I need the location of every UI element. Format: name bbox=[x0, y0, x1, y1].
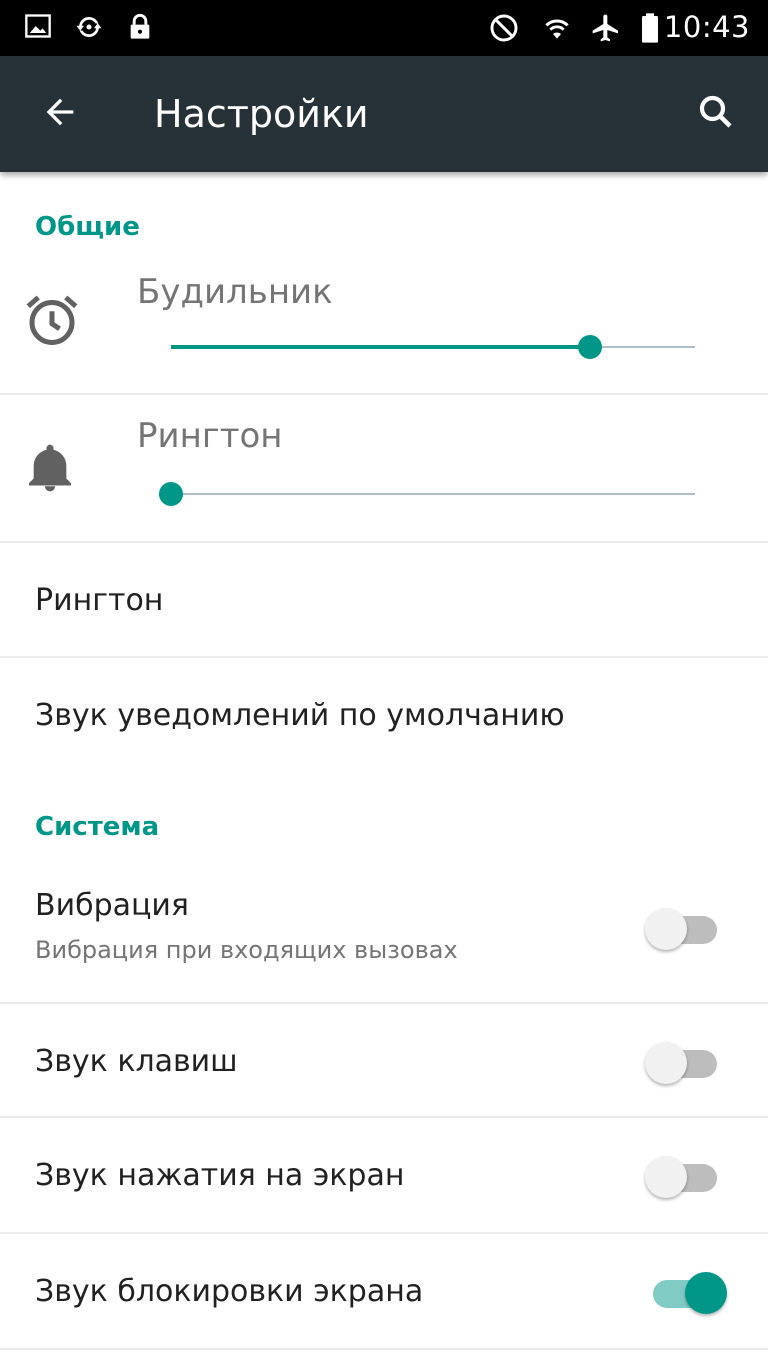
notification-sound-item[interactable]: Звук уведомлений по умолчанию bbox=[0, 658, 768, 774]
ringtone-volume-label: Рингтон bbox=[137, 416, 283, 456]
vibration-subtitle: Вибрация при входящих вызовах bbox=[35, 936, 458, 964]
alarm-volume-row: Будильник bbox=[0, 270, 768, 394]
wifi-icon bbox=[540, 12, 574, 48]
lock-sound-title: Звук блокировки экрана bbox=[35, 1274, 424, 1309]
status-bar: 10:43 bbox=[0, 0, 768, 56]
slider-thumb[interactable] bbox=[578, 335, 603, 359]
slider-fill bbox=[171, 345, 591, 349]
back-button[interactable] bbox=[32, 86, 88, 142]
key-sound-toggle[interactable] bbox=[645, 1038, 717, 1084]
alarm-volume-slider[interactable] bbox=[171, 332, 695, 362]
gallery-icon bbox=[24, 12, 52, 44]
touch-sound-toggle[interactable] bbox=[645, 1152, 717, 1198]
clock: 10:43 bbox=[663, 10, 750, 44]
search-icon bbox=[695, 91, 737, 137]
slider-track bbox=[171, 493, 695, 495]
vibration-title: Вибрация bbox=[35, 888, 189, 923]
sync-icon bbox=[74, 12, 104, 46]
alarm-volume-label: Будильник bbox=[137, 272, 333, 312]
ringtone-volume-row: Рингтон bbox=[0, 416, 768, 542]
vibration-item[interactable]: Вибрация Вибрация при входящих вызовах bbox=[0, 862, 768, 1000]
touch-sound-title: Звук нажатия на экран bbox=[35, 1158, 405, 1193]
arrow-back-icon bbox=[40, 92, 80, 136]
battery-icon bbox=[638, 12, 662, 48]
do-not-disturb-icon bbox=[488, 12, 520, 48]
divider bbox=[0, 393, 768, 395]
divider bbox=[0, 1348, 768, 1350]
key-sound-title: Звук клавиш bbox=[35, 1044, 238, 1079]
search-button[interactable] bbox=[688, 86, 744, 142]
page-title: Настройки bbox=[154, 92, 369, 136]
notification-sound-title: Звук уведомлений по умолчанию bbox=[35, 698, 565, 733]
alarm-clock-icon bbox=[22, 290, 82, 354]
vibration-toggle[interactable] bbox=[645, 904, 717, 950]
section-header-system: Система bbox=[35, 812, 160, 842]
lock-sound-toggle[interactable] bbox=[645, 1268, 727, 1314]
lock-icon bbox=[126, 12, 154, 46]
app-toolbar: Настройки bbox=[0, 56, 768, 172]
bell-icon bbox=[22, 438, 78, 502]
ringtone-item-title: Рингтон bbox=[35, 583, 164, 618]
ringtone-volume-slider[interactable] bbox=[159, 479, 695, 509]
slider-thumb[interactable] bbox=[159, 482, 183, 506]
touch-sound-item[interactable]: Звук нажатия на экран bbox=[0, 1118, 768, 1232]
section-header-general: Общие bbox=[35, 212, 140, 242]
key-sound-item[interactable]: Звук клавиш bbox=[0, 1004, 768, 1116]
airplane-icon bbox=[590, 12, 622, 48]
lock-sound-item[interactable]: Звук блокировки экрана bbox=[0, 1234, 768, 1348]
ringtone-item[interactable]: Рингтон bbox=[0, 543, 768, 656]
